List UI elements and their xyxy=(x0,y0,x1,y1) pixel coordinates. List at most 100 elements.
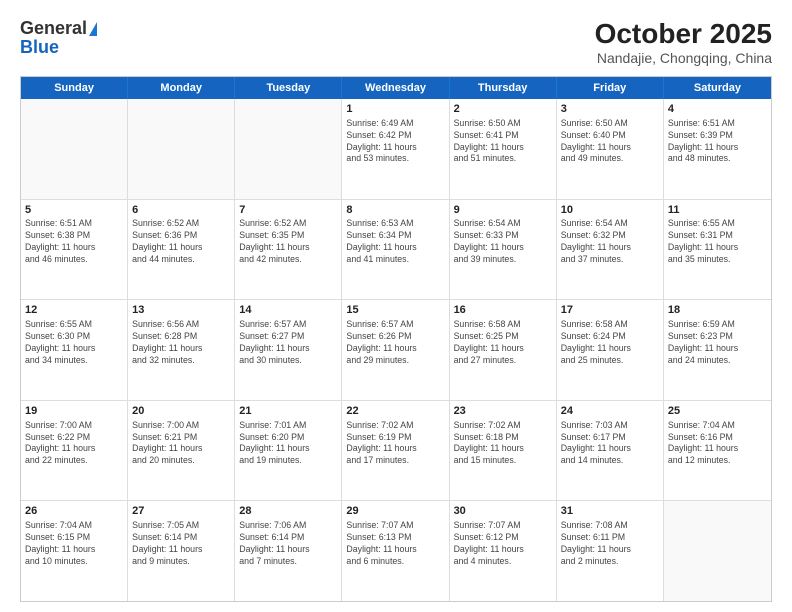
day-number: 22 xyxy=(346,404,444,419)
day-number: 15 xyxy=(346,303,444,318)
day-info: Sunrise: 7:06 AM Sunset: 6:14 PM Dayligh… xyxy=(239,520,337,568)
day-number: 21 xyxy=(239,404,337,419)
day-number: 8 xyxy=(346,203,444,218)
calendar-cell-w3-d3: 14Sunrise: 6:57 AM Sunset: 6:27 PM Dayli… xyxy=(235,300,342,400)
day-info: Sunrise: 6:54 AM Sunset: 6:33 PM Dayligh… xyxy=(454,218,552,266)
calendar-cell-w2-d1: 5Sunrise: 6:51 AM Sunset: 6:38 PM Daylig… xyxy=(21,200,128,300)
calendar-cell-w2-d4: 8Sunrise: 6:53 AM Sunset: 6:34 PM Daylig… xyxy=(342,200,449,300)
day-info: Sunrise: 7:03 AM Sunset: 6:17 PM Dayligh… xyxy=(561,420,659,468)
calendar-cell-w4-d6: 24Sunrise: 7:03 AM Sunset: 6:17 PM Dayli… xyxy=(557,401,664,501)
calendar-cell-w2-d2: 6Sunrise: 6:52 AM Sunset: 6:36 PM Daylig… xyxy=(128,200,235,300)
month-title: October 2025 xyxy=(595,18,772,50)
day-info: Sunrise: 6:55 AM Sunset: 6:31 PM Dayligh… xyxy=(668,218,767,266)
calendar-week-1: 1Sunrise: 6:49 AM Sunset: 6:42 PM Daylig… xyxy=(21,99,771,199)
day-info: Sunrise: 6:52 AM Sunset: 6:35 PM Dayligh… xyxy=(239,218,337,266)
day-number: 12 xyxy=(25,303,123,318)
calendar-cell-w1-d3 xyxy=(235,99,342,199)
day-number: 24 xyxy=(561,404,659,419)
day-info: Sunrise: 6:49 AM Sunset: 6:42 PM Dayligh… xyxy=(346,118,444,166)
day-info: Sunrise: 6:55 AM Sunset: 6:30 PM Dayligh… xyxy=(25,319,123,367)
day-number: 11 xyxy=(668,203,767,218)
day-number: 10 xyxy=(561,203,659,218)
calendar-week-2: 5Sunrise: 6:51 AM Sunset: 6:38 PM Daylig… xyxy=(21,199,771,300)
day-info: Sunrise: 7:01 AM Sunset: 6:20 PM Dayligh… xyxy=(239,420,337,468)
calendar-week-4: 19Sunrise: 7:00 AM Sunset: 6:22 PM Dayli… xyxy=(21,400,771,501)
day-info: Sunrise: 6:50 AM Sunset: 6:41 PM Dayligh… xyxy=(454,118,552,166)
calendar-cell-w4-d4: 22Sunrise: 7:02 AM Sunset: 6:19 PM Dayli… xyxy=(342,401,449,501)
day-info: Sunrise: 6:56 AM Sunset: 6:28 PM Dayligh… xyxy=(132,319,230,367)
day-info: Sunrise: 6:53 AM Sunset: 6:34 PM Dayligh… xyxy=(346,218,444,266)
day-info: Sunrise: 6:58 AM Sunset: 6:25 PM Dayligh… xyxy=(454,319,552,367)
header: General Blue October 2025 Nandajie, Chon… xyxy=(20,18,772,66)
calendar-cell-w2-d3: 7Sunrise: 6:52 AM Sunset: 6:35 PM Daylig… xyxy=(235,200,342,300)
logo-blue: Blue xyxy=(20,37,59,58)
day-number: 5 xyxy=(25,203,123,218)
calendar-cell-w3-d1: 12Sunrise: 6:55 AM Sunset: 6:30 PM Dayli… xyxy=(21,300,128,400)
day-number: 9 xyxy=(454,203,552,218)
title-area: October 2025 Nandajie, Chongqing, China xyxy=(595,18,772,66)
day-info: Sunrise: 6:51 AM Sunset: 6:38 PM Dayligh… xyxy=(25,218,123,266)
calendar-cell-w5-d5: 30Sunrise: 7:07 AM Sunset: 6:12 PM Dayli… xyxy=(450,501,557,601)
calendar-header: Sunday Monday Tuesday Wednesday Thursday… xyxy=(21,77,771,99)
calendar-cell-w3-d5: 16Sunrise: 6:58 AM Sunset: 6:25 PM Dayli… xyxy=(450,300,557,400)
day-info: Sunrise: 6:52 AM Sunset: 6:36 PM Dayligh… xyxy=(132,218,230,266)
calendar-cell-w4-d3: 21Sunrise: 7:01 AM Sunset: 6:20 PM Dayli… xyxy=(235,401,342,501)
calendar-cell-w2-d7: 11Sunrise: 6:55 AM Sunset: 6:31 PM Dayli… xyxy=(664,200,771,300)
calendar-cell-w5-d2: 27Sunrise: 7:05 AM Sunset: 6:14 PM Dayli… xyxy=(128,501,235,601)
day-info: Sunrise: 6:50 AM Sunset: 6:40 PM Dayligh… xyxy=(561,118,659,166)
day-info: Sunrise: 6:51 AM Sunset: 6:39 PM Dayligh… xyxy=(668,118,767,166)
day-number: 29 xyxy=(346,504,444,519)
logo: General Blue xyxy=(20,18,97,58)
day-number: 7 xyxy=(239,203,337,218)
logo-general: General xyxy=(20,18,87,39)
day-number: 31 xyxy=(561,504,659,519)
logo-triangle-icon xyxy=(89,22,97,36)
calendar-cell-w2-d6: 10Sunrise: 6:54 AM Sunset: 6:32 PM Dayli… xyxy=(557,200,664,300)
day-number: 16 xyxy=(454,303,552,318)
day-info: Sunrise: 7:00 AM Sunset: 6:22 PM Dayligh… xyxy=(25,420,123,468)
day-number: 18 xyxy=(668,303,767,318)
day-info: Sunrise: 7:08 AM Sunset: 6:11 PM Dayligh… xyxy=(561,520,659,568)
calendar-body: 1Sunrise: 6:49 AM Sunset: 6:42 PM Daylig… xyxy=(21,99,771,601)
calendar-week-5: 26Sunrise: 7:04 AM Sunset: 6:15 PM Dayli… xyxy=(21,500,771,601)
day-info: Sunrise: 7:02 AM Sunset: 6:19 PM Dayligh… xyxy=(346,420,444,468)
day-info: Sunrise: 7:05 AM Sunset: 6:14 PM Dayligh… xyxy=(132,520,230,568)
calendar-cell-w4-d1: 19Sunrise: 7:00 AM Sunset: 6:22 PM Dayli… xyxy=(21,401,128,501)
day-number: 30 xyxy=(454,504,552,519)
calendar-cell-w1-d2 xyxy=(128,99,235,199)
day-number: 23 xyxy=(454,404,552,419)
calendar-cell-w1-d5: 2Sunrise: 6:50 AM Sunset: 6:41 PM Daylig… xyxy=(450,99,557,199)
calendar: Sunday Monday Tuesday Wednesday Thursday… xyxy=(20,76,772,602)
calendar-cell-w1-d7: 4Sunrise: 6:51 AM Sunset: 6:39 PM Daylig… xyxy=(664,99,771,199)
day-info: Sunrise: 7:00 AM Sunset: 6:21 PM Dayligh… xyxy=(132,420,230,468)
day-number: 17 xyxy=(561,303,659,318)
day-number: 19 xyxy=(25,404,123,419)
calendar-cell-w1-d1 xyxy=(21,99,128,199)
day-number: 25 xyxy=(668,404,767,419)
day-number: 26 xyxy=(25,504,123,519)
day-info: Sunrise: 6:59 AM Sunset: 6:23 PM Dayligh… xyxy=(668,319,767,367)
day-number: 20 xyxy=(132,404,230,419)
calendar-cell-w3-d6: 17Sunrise: 6:58 AM Sunset: 6:24 PM Dayli… xyxy=(557,300,664,400)
day-number: 28 xyxy=(239,504,337,519)
day-info: Sunrise: 6:58 AM Sunset: 6:24 PM Dayligh… xyxy=(561,319,659,367)
calendar-cell-w5-d6: 31Sunrise: 7:08 AM Sunset: 6:11 PM Dayli… xyxy=(557,501,664,601)
header-saturday: Saturday xyxy=(664,77,771,99)
calendar-cell-w5-d7 xyxy=(664,501,771,601)
page: General Blue October 2025 Nandajie, Chon… xyxy=(0,0,792,612)
header-sunday: Sunday xyxy=(21,77,128,99)
calendar-cell-w5-d1: 26Sunrise: 7:04 AM Sunset: 6:15 PM Dayli… xyxy=(21,501,128,601)
day-number: 27 xyxy=(132,504,230,519)
location-subtitle: Nandajie, Chongqing, China xyxy=(595,50,772,66)
day-number: 6 xyxy=(132,203,230,218)
calendar-cell-w3-d4: 15Sunrise: 6:57 AM Sunset: 6:26 PM Dayli… xyxy=(342,300,449,400)
header-thursday: Thursday xyxy=(450,77,557,99)
header-monday: Monday xyxy=(128,77,235,99)
day-number: 2 xyxy=(454,102,552,117)
day-info: Sunrise: 6:57 AM Sunset: 6:27 PM Dayligh… xyxy=(239,319,337,367)
day-number: 13 xyxy=(132,303,230,318)
calendar-cell-w5-d4: 29Sunrise: 7:07 AM Sunset: 6:13 PM Dayli… xyxy=(342,501,449,601)
calendar-cell-w5-d3: 28Sunrise: 7:06 AM Sunset: 6:14 PM Dayli… xyxy=(235,501,342,601)
day-number: 1 xyxy=(346,102,444,117)
header-wednesday: Wednesday xyxy=(342,77,449,99)
